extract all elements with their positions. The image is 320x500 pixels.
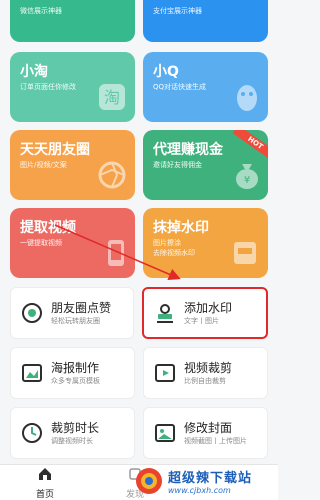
agent-card[interactable]: 代理赚现金 邀请好友得佣金 HOT ¥: [143, 130, 268, 200]
penguin-icon: [234, 82, 260, 116]
xiaoq-sub: QQ对话快速生成: [153, 83, 207, 91]
poster-tool[interactable]: 海报制作 众多专属页模板: [10, 347, 135, 399]
agent-title: 代理赚现金: [153, 142, 223, 158]
xiaoq-card[interactable]: 小Q QQ对话快速生成: [143, 52, 268, 122]
agent-sub: 邀请好友得佣金: [153, 161, 202, 169]
home-icon: [38, 466, 52, 485]
poster-sub: 众多专属页模板: [51, 376, 100, 385]
crop-video-icon: [154, 362, 176, 384]
stamp-icon: [154, 302, 176, 324]
tool-row-1: 朋友圈点赞 轻松玩转朋友圈 添加水印 文字丨图片: [10, 287, 268, 339]
tool-list: 朋友圈点赞 轻松玩转朋友圈 添加水印 文字丨图片 海报制作 众多专属页模板 视频…: [10, 287, 268, 467]
svg-text:¥: ¥: [244, 175, 250, 186]
watermark-logo-icon: [134, 466, 164, 496]
taobao-icon: 淘: [97, 82, 127, 116]
remove-watermark-title: 抹掉水印: [153, 220, 209, 236]
xiaotao-sub: 订单页面任你修改: [20, 83, 76, 91]
top-cards-row: 微信展示神器 支付宝展示神器: [10, 0, 268, 42]
aperture-icon: [21, 302, 43, 324]
extract-video-sub: 一键提取视频: [20, 239, 62, 247]
nav-home-label: 首页: [35, 489, 54, 500]
site-watermark: 超级辣下载站 www.cjbxh.com: [134, 464, 274, 498]
tool-row-2: 海报制作 众多专属页模板 视频裁剪 比例自由裁剪: [10, 347, 268, 399]
feature-row-1: 小淘 订单页面任你修改 淘 小Q QQ对话快速生成: [10, 52, 268, 122]
remove-watermark-sub: 图片擦涂 去除视频水印: [153, 238, 195, 258]
extract-video-card[interactable]: 提取视频 一键提取视频: [10, 208, 135, 278]
feature-row-3: 提取视频 一键提取视频 抹掉水印 图片擦涂 去除视频水印: [10, 208, 268, 278]
xiaotao-title: 小淘: [20, 64, 48, 80]
xiaoq-title: 小Q: [153, 64, 179, 80]
clock-icon: [21, 422, 43, 444]
money-bag-icon: ¥: [234, 160, 260, 194]
svg-text:淘: 淘: [104, 88, 120, 107]
aperture-icon: [97, 160, 127, 194]
extract-video-title: 提取视频: [20, 220, 76, 236]
add-watermark-title: 添加水印: [184, 300, 233, 315]
alipay-showcase-card[interactable]: 支付宝展示神器: [143, 0, 268, 42]
remove-watermark-card[interactable]: 抹掉水印 图片擦涂 去除视频水印: [143, 208, 268, 278]
wechat-showcase-card[interactable]: 微信展示神器: [10, 0, 135, 42]
phone-icon: [105, 238, 127, 272]
moments-like-sub: 轻松玩转朋友圈: [51, 316, 100, 325]
trim-duration-title: 裁剪时长: [51, 420, 100, 435]
add-watermark-tool[interactable]: 添加水印 文字丨图片: [142, 287, 268, 339]
nav-home[interactable]: 首页: [0, 465, 90, 500]
watermark-url: www.cjbxh.com: [168, 486, 231, 495]
watermark-title: 超级辣下载站: [168, 471, 253, 486]
image-icon: [21, 362, 43, 384]
trim-duration-tool[interactable]: 裁剪时长 调整视频时长: [10, 407, 135, 459]
feature-row-2: 天天朋友圈 图片/视频/文案 代理赚现金 邀请好友得佣金 HOT ¥: [10, 130, 268, 200]
cover-image-icon: [154, 422, 176, 444]
remove-watermark-sub-line1: 图片擦涂: [153, 239, 181, 247]
edit-cover-sub: 视频截图丨上传图片: [184, 436, 247, 445]
trim-duration-sub: 调整视频时长: [51, 436, 93, 445]
edit-cover-tool[interactable]: 修改封面 视频截图丨上传图片: [143, 407, 268, 459]
add-watermark-sub: 文字丨图片: [184, 316, 219, 325]
remove-watermark-sub-line2: 去除视频水印: [153, 249, 195, 257]
eraser-icon: [230, 238, 260, 272]
moments-title: 天天朋友圈: [20, 142, 90, 158]
edit-cover-title: 修改封面: [184, 420, 233, 435]
video-crop-sub: 比例自由裁剪: [184, 376, 226, 385]
poster-title: 海报制作: [51, 360, 100, 375]
moments-sub: 图片/视频/文案: [20, 161, 67, 169]
tool-row-3: 裁剪时长 调整视频时长 修改封面 视频截图丨上传图片: [10, 407, 268, 459]
alipay-showcase-sub: 支付宝展示神器: [153, 7, 202, 15]
moments-like-title: 朋友圈点赞: [51, 300, 112, 315]
hot-badge: HOT: [232, 130, 268, 162]
wechat-showcase-sub: 微信展示神器: [20, 7, 62, 15]
moments-card[interactable]: 天天朋友圈 图片/视频/文案: [10, 130, 135, 200]
moments-like-tool[interactable]: 朋友圈点赞 轻松玩转朋友圈: [10, 287, 134, 339]
xiaotao-card[interactable]: 小淘 订单页面任你修改 淘: [10, 52, 135, 122]
video-crop-tool[interactable]: 视频裁剪 比例自由裁剪: [143, 347, 268, 399]
video-crop-title: 视频裁剪: [184, 360, 233, 375]
